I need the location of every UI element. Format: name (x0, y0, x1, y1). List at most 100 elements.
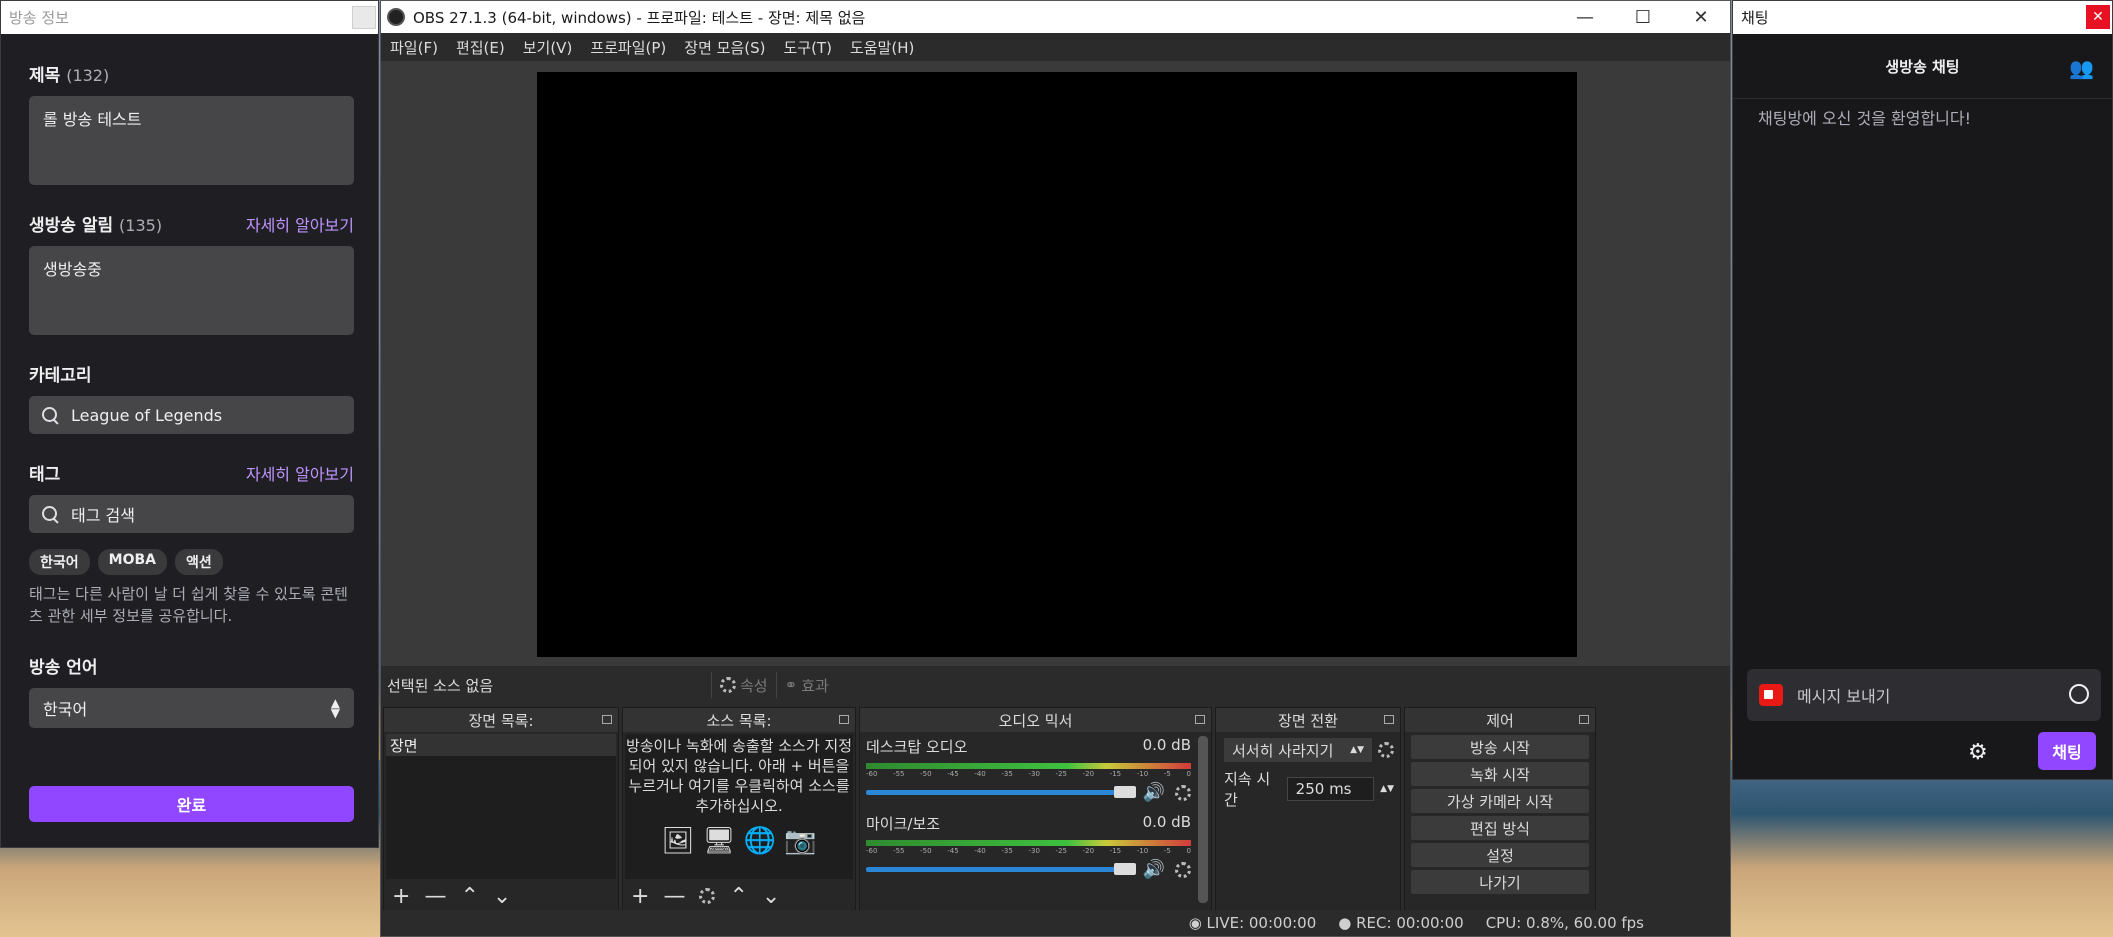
gear-icon[interactable] (1175, 784, 1191, 801)
obs-titlebar: OBS 27.1.3 (64-bit, windows) - 프로파일: 테스트… (381, 1, 1730, 33)
users-icon[interactable]: 👥 (2069, 56, 2094, 80)
sources-empty-hint: 방송이나 녹화에 송출할 소스가 지정되어 있지 않습니다. 아래 + 버튼을 … (625, 737, 853, 815)
notif-textarea[interactable]: 생방송중 (29, 246, 354, 335)
tag-chip[interactable]: 한국어 (29, 549, 90, 575)
menu-item[interactable]: 파일(F) (381, 37, 447, 58)
properties-button[interactable]: 속성 (711, 672, 776, 698)
menu-bar: 파일(F) 편집(E) 보기(V) 프로파일(P) 장면 모음(S) 도구(T)… (381, 33, 1730, 61)
chat-settings-gear-icon[interactable]: ⚙ (1968, 740, 1988, 765)
volume-row: 🔊 (866, 782, 1191, 803)
chat-send-button[interactable]: 채팅 (2038, 732, 2096, 770)
language-select[interactable]: 한국어 ▲ ▼ (29, 688, 354, 728)
popout-icon[interactable] (839, 715, 849, 724)
chat-message-input[interactable]: 메시지 보내기 (1747, 669, 2101, 721)
settings-button[interactable]: 설정 (1411, 843, 1589, 867)
chat-window-title: 채팅 (1741, 9, 1769, 27)
popout-icon[interactable] (1579, 715, 1589, 724)
popout-icon[interactable] (1384, 715, 1394, 724)
emoji-icon[interactable] (2069, 684, 2089, 704)
camera-icon: 📷 (784, 826, 817, 856)
notif-char-count: (135) (119, 216, 163, 235)
tag-chip[interactable]: 액션 (174, 549, 223, 575)
transition-select[interactable]: 서서히 사라지기 ▲▼ (1224, 738, 1372, 762)
tag-search-input[interactable]: 태그 검색 (29, 495, 354, 533)
notif-learn-more-link[interactable]: 자세히 알아보기 (246, 212, 354, 236)
stream-info-window: 방송 정보 제목 (132) 롤 방송 테스트 생방송 알림 (135) 자세히… (0, 0, 379, 848)
scene-list: 장면 (386, 734, 616, 879)
live-status: ◉ LIVE: 00:00:00 (1188, 914, 1317, 932)
popout-icon[interactable] (1195, 715, 1205, 724)
title-label: 제목 (132) (29, 66, 110, 86)
menu-item[interactable]: 도구(T) (774, 37, 840, 58)
category-value: League of Legends (71, 405, 223, 425)
meter-ticks: -60 -55 -50 -45 -40 -35 -30 -25 -20 -15 -10 -5 0 (866, 770, 1191, 778)
tags-learn-more-link[interactable]: 자세히 알아보기 (246, 461, 354, 485)
globe-icon: 🌐 (743, 826, 777, 856)
cpu-status: CPU: 0.8%, 60.00 fps (1485, 914, 1644, 932)
move-down-icon[interactable]: ⌄ (493, 884, 511, 909)
gear-icon[interactable] (1175, 861, 1191, 878)
source-list[interactable]: 방송이나 녹화에 송출할 소스가 지정되어 있지 않습니다. 아래 + 버튼을 … (625, 734, 853, 879)
add-icon[interactable]: + (392, 884, 410, 909)
minimize-icon[interactable]: — (1556, 1, 1614, 33)
close-icon[interactable]: ✕ (2086, 5, 2110, 29)
title-textarea[interactable]: 롤 방송 테스트 (29, 96, 354, 185)
language-label: 방송 언어 (29, 658, 98, 678)
menu-item[interactable]: 도움말(H) (841, 37, 923, 58)
menu-item[interactable]: 보기(V) (514, 37, 582, 58)
slider-handle[interactable] (1113, 786, 1136, 798)
chat-header: 생방송 채팅 👥 (1733, 34, 2112, 99)
done-button[interactable]: 완료 (29, 786, 354, 822)
chat-welcome-message: 채팅방에 오신 것을 환영합니다! (1758, 109, 1972, 128)
speaker-icon[interactable]: 🔊 (1143, 859, 1165, 880)
volume-row: 🔊 (866, 859, 1191, 880)
exit-button[interactable]: 나가기 (1411, 870, 1589, 894)
menu-item[interactable]: 편집(E) (447, 37, 514, 58)
mixer-dock-title: 오디오 믹서 (860, 708, 1211, 732)
menu-item[interactable]: 프로파일(P) (581, 37, 675, 58)
duration-label: 지속 시간 (1224, 770, 1271, 809)
volume-slider[interactable] (866, 786, 1136, 798)
mixer-scrollbar[interactable] (1198, 736, 1208, 903)
meter-ticks: -60 -55 -50 -45 -40 -35 -30 -25 -20 -15 -10 -5 0 (866, 847, 1191, 855)
tag-chip[interactable]: MOBA (97, 549, 167, 575)
search-icon (41, 505, 59, 523)
start-virtual-camera-button[interactable]: 가상 카메라 시작 (1411, 789, 1589, 813)
slider-handle[interactable] (1113, 863, 1136, 875)
spin-updown-icon[interactable]: ▲▼ (1380, 784, 1394, 794)
close-icon[interactable]: ✕ (1672, 1, 1730, 33)
add-icon[interactable]: + (631, 884, 649, 909)
info-close-button[interactable] (352, 6, 376, 29)
duration-input[interactable]: 250 ms (1286, 777, 1375, 801)
mixer-channel: 데스크탑 오디오 0.0 dB -60 -55 -50 -45 -40 -35 -30 -25-… (866, 736, 1191, 803)
gear-icon[interactable] (699, 888, 716, 904)
scene-list-item[interactable]: 장면 (386, 734, 616, 756)
remove-icon[interactable]: — (663, 884, 685, 909)
monitor-icon: 🖥 (702, 826, 736, 856)
studio-mode-button[interactable]: 편집 방식 (1411, 816, 1589, 840)
gear-icon[interactable] (1378, 742, 1394, 758)
notif-label-row: 생방송 알림 (135) 자세히 알아보기 (29, 211, 354, 236)
move-up-icon[interactable]: ⌃ (460, 884, 478, 909)
remove-icon[interactable]: — (424, 884, 446, 909)
move-down-icon[interactable]: ⌄ (762, 884, 780, 909)
chat-window: 채팅 ✕ 생방송 채팅 👥 채팅방에 오신 것을 환영합니다! 메시지 보내기 … (1732, 0, 2113, 780)
controls-dock-title: 제어 (1405, 708, 1595, 732)
channel-db: 0.0 dB (1142, 736, 1191, 754)
category-search-input[interactable]: League of Legends (29, 396, 354, 434)
start-recording-button[interactable]: 녹화 시작 (1411, 762, 1589, 786)
volume-slider[interactable] (866, 863, 1136, 875)
obs-window-title: OBS 27.1.3 (64-bit, windows) - 프로파일: 테스트… (413, 8, 866, 27)
search-icon (41, 406, 59, 424)
speaker-icon[interactable]: 🔊 (1143, 782, 1165, 803)
maximize-icon[interactable]: ☐ (1614, 1, 1672, 33)
popout-icon[interactable] (602, 715, 612, 724)
menu-item[interactable]: 장면 모음(S) (675, 37, 774, 58)
sources-footer: + — ⌃ ⌄ (623, 881, 855, 911)
category-label: 카테고리 (29, 366, 92, 386)
start-streaming-button[interactable]: 방송 시작 (1411, 735, 1589, 759)
filters-button[interactable]: ⚭ 효과 (775, 672, 837, 698)
move-up-icon[interactable]: ⌃ (729, 884, 747, 909)
preview-canvas[interactable] (537, 72, 1577, 657)
transitions-dock: 장면 전환 서서히 사라지기 ▲▼ 지속 시간 250 ms ▲▼ (1215, 707, 1401, 912)
